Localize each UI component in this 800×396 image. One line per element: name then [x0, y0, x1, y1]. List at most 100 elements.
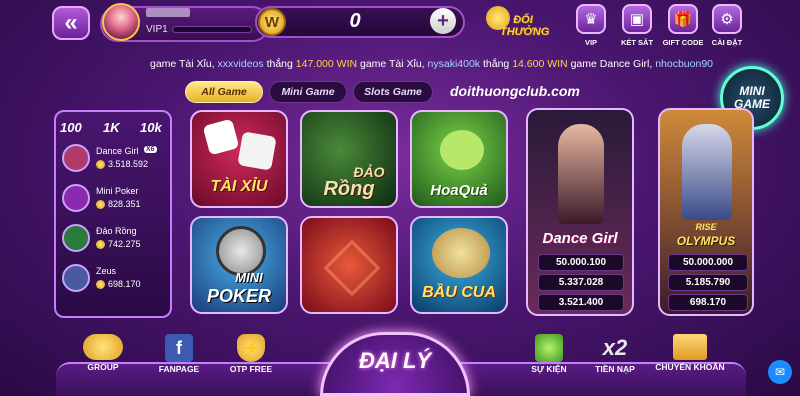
- balance-value: 0: [349, 10, 361, 32]
- group-label: GROUP: [87, 362, 119, 372]
- events-label: SỰ KIỆN: [531, 364, 567, 374]
- mini-poker-title-2: POKER: [206, 286, 271, 306]
- tai-xiu-title: TÀI XỈU: [210, 178, 268, 195]
- winners-ticker: game Tài Xỉu, xxxvideos thắng 147.000 WI…: [150, 58, 714, 70]
- dice-icon: [237, 131, 277, 171]
- dice-icon: [202, 118, 240, 156]
- gear-glyph: ⚙: [720, 11, 734, 28]
- safe-glyph: ▣: [629, 11, 645, 28]
- olympus-title-2: OLYMPUS: [676, 234, 736, 248]
- dance-girl-title: Dance Girl: [542, 230, 618, 247]
- coin-icon: [96, 240, 105, 249]
- dance-girl-thumb: [62, 144, 90, 172]
- group-button[interactable]: GROUP: [78, 334, 128, 372]
- game-hoa-qua[interactable]: HoaQuả: [410, 110, 508, 208]
- jackpot-game-name: Dance Girl: [96, 146, 139, 156]
- people-icon: [83, 334, 123, 360]
- multiplier-badge: X6: [144, 146, 157, 153]
- game-bau-cua[interactable]: BẦU CUA: [410, 216, 508, 314]
- coin-icon: [96, 280, 105, 289]
- fanpage-label: FANPAGE: [158, 364, 200, 374]
- dao-rong-title-2: Rồng: [323, 178, 375, 200]
- game-dao-rong[interactable]: ĐẢO Rồng: [300, 110, 398, 208]
- dance-girl-jackpot-1k: 5.337.028: [538, 274, 624, 291]
- folder-icon: [673, 334, 707, 360]
- coin-icon: [96, 160, 105, 169]
- dao-rong-thumb: [62, 224, 90, 252]
- jackpot-tab-100[interactable]: 100: [60, 120, 82, 135]
- jackpot-row[interactable]: Đảo Rồng 742.275: [62, 222, 166, 258]
- avatar[interactable]: [102, 3, 140, 41]
- settings-label: CÀI ĐẶT: [711, 38, 743, 47]
- mini-game-line1: MINI: [739, 84, 765, 98]
- tab-all-game[interactable]: All Game: [185, 81, 263, 103]
- jackpot-value: 3.518.592: [108, 159, 149, 169]
- jackpot-tab-1k[interactable]: 1K: [103, 120, 120, 135]
- site-watermark: doithuongclub.com: [450, 83, 580, 99]
- game-tai-xiu[interactable]: TÀI XỈU: [190, 110, 288, 208]
- otp-free-label: OTP FREE: [229, 364, 273, 374]
- game-locked-tile[interactable]: [300, 216, 398, 314]
- crown-icon[interactable]: ♛: [576, 4, 606, 34]
- jackpot-value: 742.275: [108, 239, 141, 249]
- olympus-jackpot-10k: 698.170: [668, 294, 748, 311]
- transfer-label: CHUYỂN KHOẢN: [655, 362, 725, 372]
- top-up-label: TIỀN NẠP: [595, 364, 635, 374]
- olympus-jackpot-100: 50.000.000: [668, 254, 748, 271]
- olympus-title-1: RISE: [695, 222, 717, 232]
- coin-icon: W: [258, 8, 286, 36]
- double-chevron-left-icon: «: [64, 9, 78, 36]
- poker-chip-icon: [216, 226, 266, 276]
- dance-girl-jackpot-10k: 3.521.400: [538, 294, 624, 311]
- shield-icon: ⚡: [237, 334, 265, 362]
- triangle-logo-icon: [323, 239, 381, 297]
- facebook-icon: f: [165, 334, 193, 362]
- dance-girl-jackpot-100: 50.000.100: [538, 254, 624, 271]
- agent-label: ĐẠI LÝ: [358, 348, 432, 373]
- x2-icon: x2: [602, 335, 628, 360]
- game-dance-girl[interactable]: Dance Girl 50.000.100 5.337.028 3.521.40…: [526, 108, 634, 316]
- dancer-figure: [558, 124, 604, 224]
- gift-icon[interactable]: 🎁: [668, 4, 698, 34]
- mini-poker-title-1: MINI: [235, 270, 263, 285]
- coin-icon: [96, 200, 105, 209]
- zeus-thumb: [62, 264, 90, 292]
- gift-glyph: 🎁: [673, 11, 693, 28]
- jackpot-row[interactable]: Zeus 698.170: [62, 262, 166, 298]
- top-up-button[interactable]: x2 TIỀN NẠP: [588, 334, 642, 374]
- hoa-qua-title: HoaQuả: [430, 182, 488, 199]
- mini-poker-thumb: [62, 184, 90, 212]
- bau-cua-bowl-icon: [432, 228, 490, 278]
- events-button[interactable]: SỰ KIỆN: [522, 334, 576, 374]
- username-redacted: [146, 8, 190, 17]
- back-button[interactable]: «: [52, 6, 90, 40]
- jackpot-tab-10k[interactable]: 10k: [140, 120, 162, 135]
- gift-box-icon: [535, 334, 563, 362]
- olympus-jackpot-1k: 5.185.790: [668, 274, 748, 291]
- tab-mini-game[interactable]: Mini Game: [269, 81, 347, 103]
- gear-icon[interactable]: ⚙: [712, 4, 742, 34]
- safe-icon[interactable]: ▣: [622, 4, 652, 34]
- jackpot-row[interactable]: Dance Girl X6 3.518.592: [62, 142, 166, 178]
- fruit-character-icon: [440, 130, 484, 170]
- game-mini-poker[interactable]: MINI POKER: [190, 216, 288, 314]
- game-rise-of-olympus[interactable]: RISE OLYMPUS 50.000.000 5.185.790 698.17…: [658, 108, 754, 316]
- add-funds-button[interactable]: +: [430, 8, 456, 34]
- jackpot-value: 698.170: [108, 279, 141, 289]
- jackpot-value: 828.351: [108, 199, 141, 209]
- jackpot-game-name: Mini Poker: [96, 186, 139, 196]
- jackpot-row[interactable]: Mini Poker 828.351: [62, 182, 166, 218]
- jackpot-game-name: Zeus: [96, 266, 117, 276]
- vip-glyph: ♛: [584, 11, 598, 28]
- tab-slots-game[interactable]: Slots Game: [353, 81, 433, 103]
- redeem-label: ĐỔI THƯỞNG: [500, 14, 550, 38]
- vip-level: VIP1: [146, 24, 168, 35]
- vip-progress-bar: [172, 26, 252, 33]
- zeus-figure: [682, 124, 732, 220]
- bau-cua-title: BẦU CUA: [422, 284, 496, 301]
- transfer-button[interactable]: CHUYỂN KHOẢN: [654, 334, 726, 372]
- fanpage-button[interactable]: f FANPAGE: [152, 334, 206, 374]
- otp-free-button[interactable]: ⚡ OTP FREE: [224, 334, 278, 374]
- messenger-icon[interactable]: ✉: [768, 360, 792, 384]
- jackpot-game-name: Đảo Rồng: [96, 226, 137, 236]
